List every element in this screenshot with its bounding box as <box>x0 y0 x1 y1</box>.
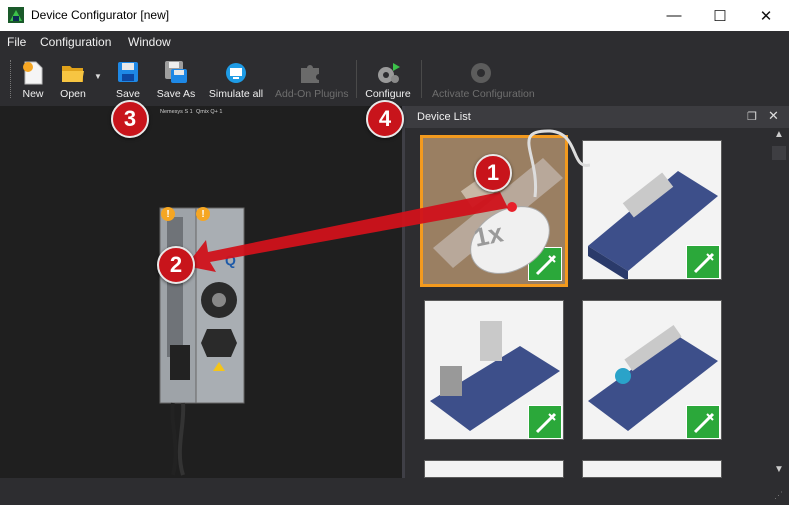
window-title: Device Configurator [new] <box>31 8 170 22</box>
panel-splitter[interactable] <box>402 106 405 478</box>
syringe-icon <box>528 405 562 439</box>
folder-icon <box>62 66 84 82</box>
simulate-all-label: Simulate all <box>208 88 264 100</box>
menu-file[interactable]: File <box>7 35 26 49</box>
activate-configuration-label: Activate Configuration <box>432 88 535 100</box>
save-label: Save <box>116 88 140 100</box>
configure-button[interactable]: Configure <box>365 59 411 103</box>
save-as-button[interactable]: Save As <box>153 59 199 103</box>
open-dropdown-icon[interactable]: ▼ <box>94 72 104 82</box>
device-label-nemesys: Nemesys S 1 <box>160 109 193 115</box>
puzzle-icon <box>301 65 319 83</box>
status-bar <box>0 478 789 505</box>
add-on-plugins-button[interactable]: Add-On Plugins <box>275 59 349 103</box>
callout-2: 2 <box>157 246 195 284</box>
scroll-up-icon[interactable]: ▲ <box>774 129 784 140</box>
menu-bar <box>0 31 789 53</box>
maximize-button[interactable]: ☐ <box>697 0 743 31</box>
menu-window[interactable]: Window <box>128 35 171 49</box>
floppy-icon <box>118 62 138 82</box>
callout-3: 3 <box>111 100 149 138</box>
menu-configuration[interactable]: Configuration <box>40 35 111 49</box>
scrollbar-thumb[interactable] <box>772 146 786 160</box>
toolbar-separator <box>356 60 357 98</box>
syringe-icon <box>686 245 720 279</box>
syringe-icon <box>686 405 720 439</box>
activate-configuration-button[interactable]: Activate Configuration <box>432 59 535 103</box>
resize-grip-icon[interactable]: ⋰ <box>774 490 786 502</box>
toolbar-separator <box>421 60 422 98</box>
simulate-all-button[interactable]: Simulate all <box>208 59 264 103</box>
device-tile-syringe-pump-6[interactable] <box>582 460 722 478</box>
save-button[interactable]: Save <box>112 59 144 103</box>
configure-label: Configure <box>365 88 411 100</box>
save-as-label: Save As <box>156 88 196 100</box>
device-list-scrollbar[interactable] <box>770 128 789 478</box>
save-as-icon <box>165 61 187 83</box>
new-label: New <box>22 88 44 100</box>
simulate-icon <box>226 63 246 83</box>
new-file-icon <box>23 61 43 85</box>
close-panel-icon[interactable]: ✕ <box>768 108 782 123</box>
drag-arrow <box>186 192 508 272</box>
float-panel-icon[interactable]: ❐ <box>747 110 759 123</box>
minimize-button[interactable]: — <box>651 0 697 31</box>
new-button[interactable]: New <box>17 59 49 103</box>
device-label-qmix: Qmix Q+ 1 <box>196 109 223 115</box>
open-label: Open <box>60 88 86 100</box>
scroll-down-icon[interactable]: ▼ <box>774 464 784 475</box>
device-tile-syringe-pump-5[interactable] <box>424 460 564 478</box>
configure-gear-icon <box>378 63 400 83</box>
toolbar-grip[interactable] <box>10 60 13 98</box>
callout-1: 1 <box>474 154 512 192</box>
device-list-title: Device List <box>417 111 471 123</box>
close-button[interactable]: ✕ <box>743 0 789 31</box>
add-on-plugins-label: Add-On Plugins <box>275 88 349 100</box>
open-button[interactable]: Open <box>56 59 90 103</box>
app-icon <box>8 7 24 23</box>
callout-4: 4 <box>366 100 404 138</box>
activate-gear-icon <box>471 63 491 83</box>
